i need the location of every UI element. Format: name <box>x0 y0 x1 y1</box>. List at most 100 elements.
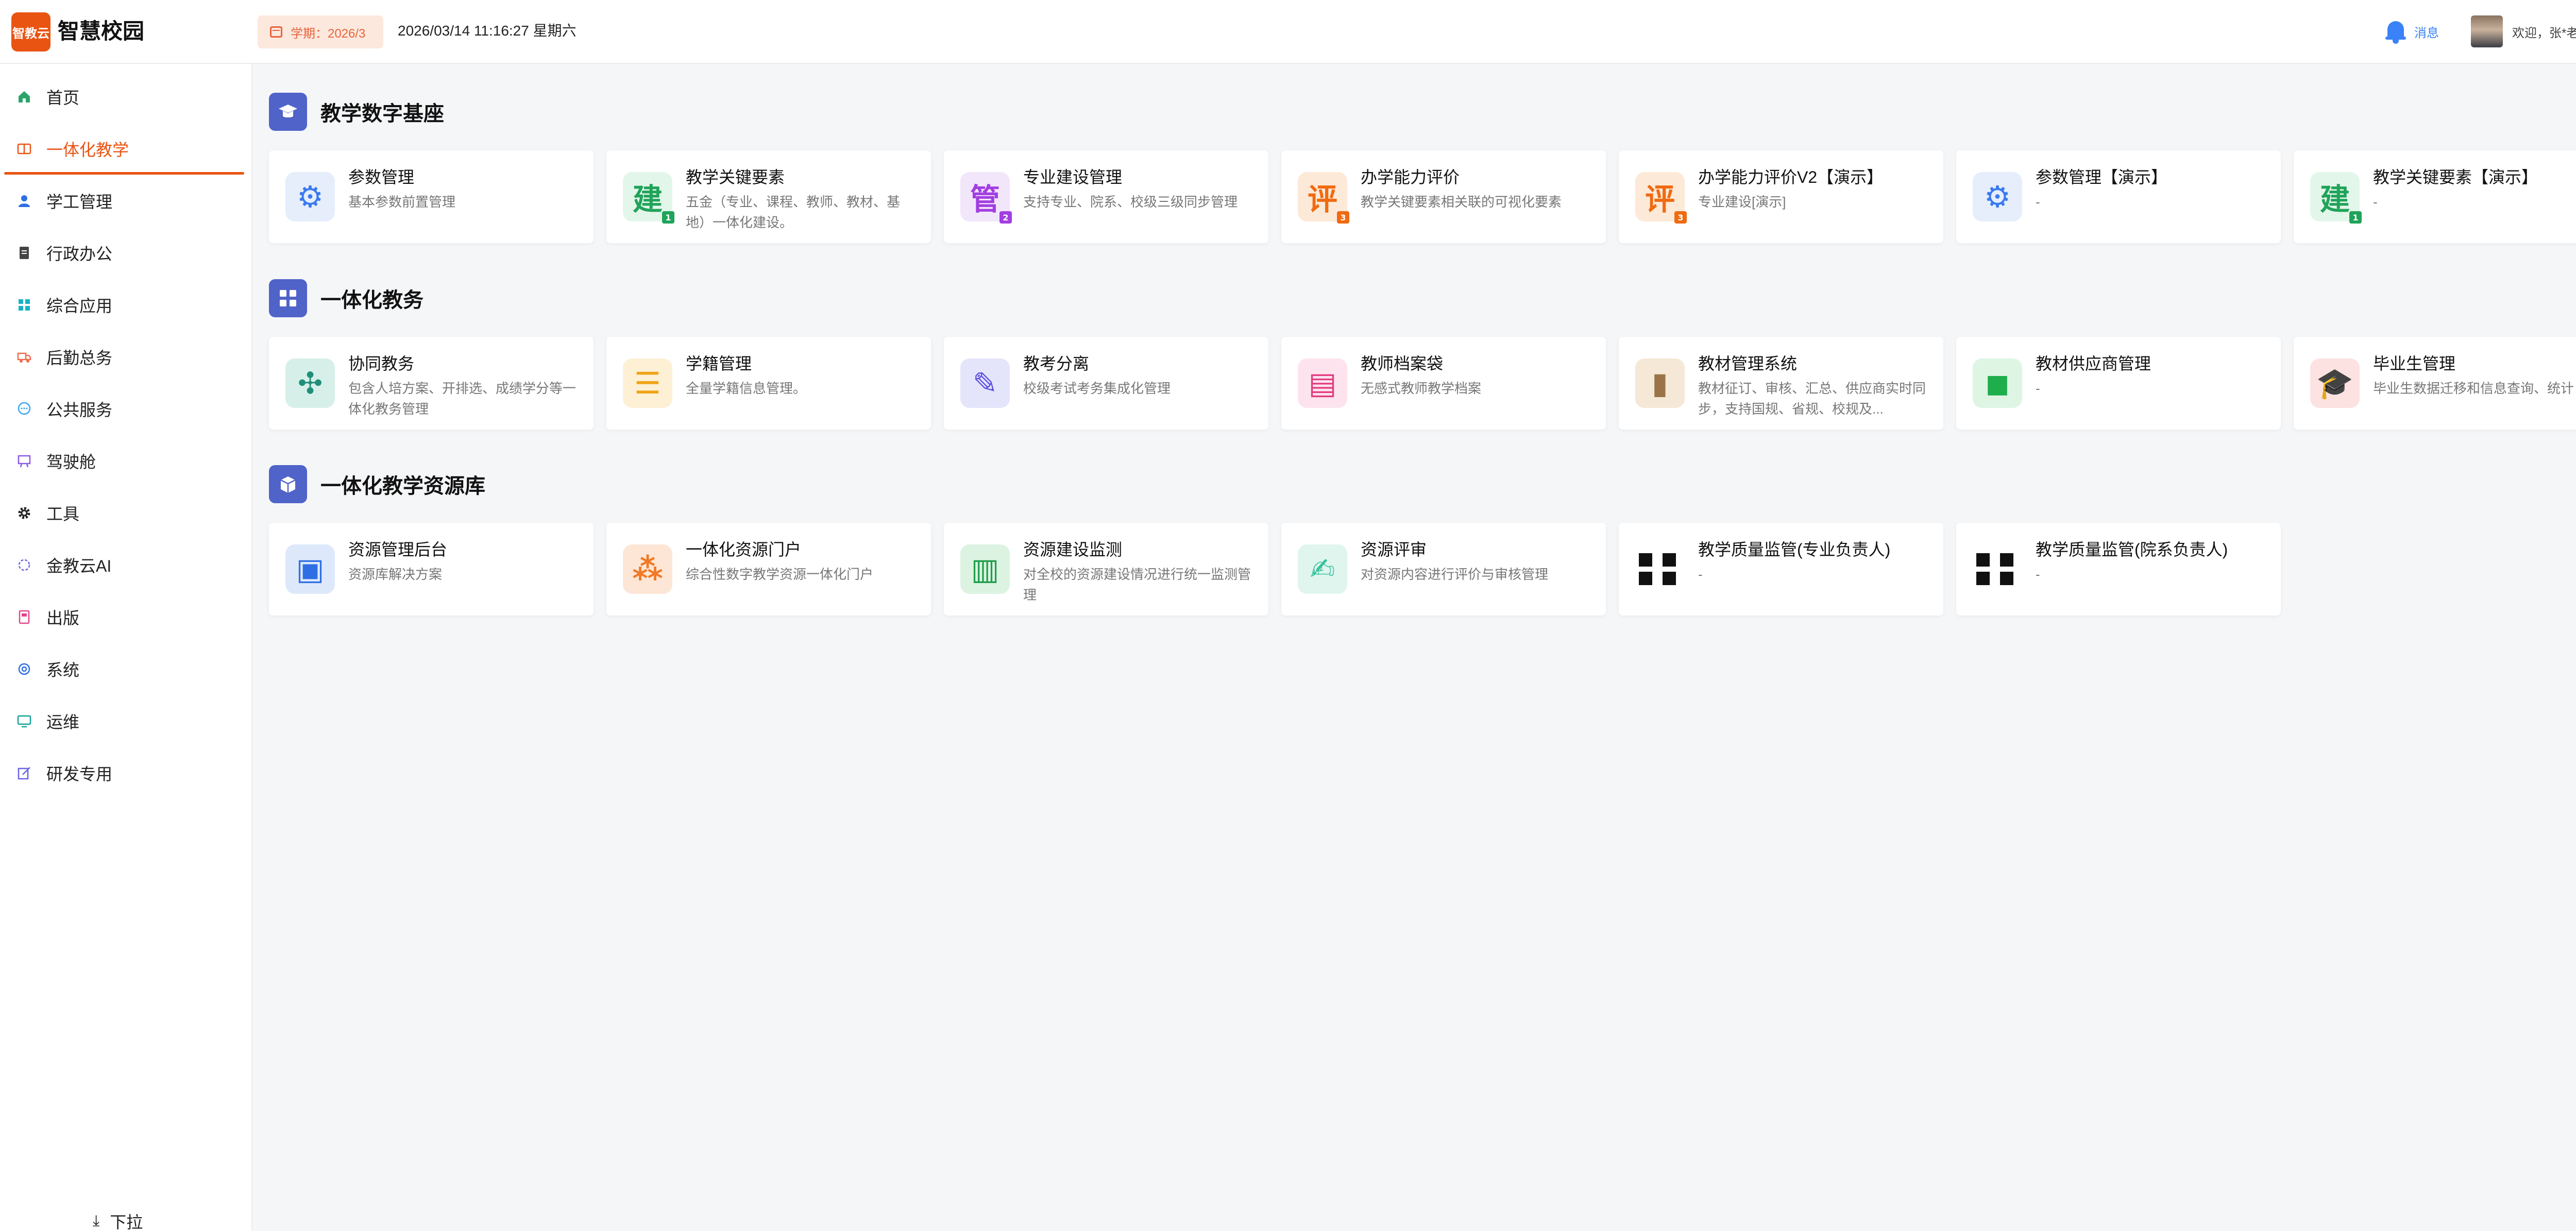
sidebar-item-12[interactable]: 运维 <box>0 695 252 747</box>
card-description: 教学关键要素相关联的可视化要素 <box>1361 194 1562 210</box>
sidebar-item-6[interactable]: 公共服务 <box>0 383 252 435</box>
sidebar-item-10[interactable]: 出版 <box>0 591 252 643</box>
sidebar-item-3[interactable]: 行政办公 <box>0 227 252 279</box>
term-selector[interactable]: 学期：2026/3 <box>258 15 383 48</box>
app-card[interactable]: ✍ 资源评审对资源内容进行评价与审核管理 <box>1281 523 1606 616</box>
textbook-icon: ▮ <box>1635 358 1685 408</box>
card-title: 教考分离 <box>1023 354 1090 373</box>
sidebar-item-5[interactable]: 后勤总务 <box>0 331 252 383</box>
app-card[interactable]: ☰ 学籍管理 全量学籍信息管理。 <box>606 337 931 430</box>
app-card[interactable]: 教学质量监管(院系负责人) - <box>1956 523 2281 616</box>
app-card[interactable]: ⚙ 参数管理 基本参数前置管理 <box>269 150 594 243</box>
sidebar-item-1[interactable]: 一体化教学 <box>0 123 252 175</box>
evaluate-icon: 评3 <box>1298 172 1349 224</box>
home-icon <box>16 89 32 105</box>
sidebar-item-label: 驾驶舱 <box>46 453 96 471</box>
app-card[interactable]: ◼ 教材供应商管理 - <box>1956 337 2281 430</box>
sidebar-item-label: 综合应用 <box>46 297 113 315</box>
app-card[interactable]: ▤ 教师档案袋 无感式教师教学档案 <box>1281 337 1606 430</box>
card-description: 资源库解决方案 <box>348 567 443 582</box>
app-card[interactable]: 评 3 办学能力评价V2【演示】 专业建设[演示] <box>1619 150 1943 243</box>
apps-icon <box>16 297 32 313</box>
card-title: 资源建设监测 <box>1023 540 1123 559</box>
folder-icon: ▤ <box>1298 358 1347 408</box>
sidebar-item-label: 首页 <box>46 89 80 107</box>
sidebar-item-label: 运维 <box>46 713 80 731</box>
document-icon <box>16 245 32 261</box>
card-description: 全量学籍信息管理。 <box>686 381 807 396</box>
build-icon: 建1 <box>623 172 674 224</box>
card-description: 对全校的资源建设情况进行统一监测管理 <box>1023 567 1251 603</box>
sidebar-item-8[interactable]: 工具 <box>0 487 252 539</box>
grid-icon <box>1635 544 1685 594</box>
monitor-icon <box>16 713 32 729</box>
gear-icon <box>16 505 32 521</box>
build-icon: 建1 <box>2310 172 2362 224</box>
sidebar-item-11[interactable]: 系统 <box>0 643 252 695</box>
graduation-cap-icon: 🎓 <box>2310 358 2360 408</box>
messages-button[interactable]: 消息 <box>2384 16 2439 46</box>
app-card[interactable]: 建 1 教学关键要素【演示】 - <box>2294 150 2576 243</box>
app-title: 智慧校园 <box>58 19 145 43</box>
sidebar-item-9[interactable]: 金教云AI <box>0 539 252 591</box>
card-description: - <box>2036 194 2040 210</box>
app-card[interactable]: 教学质量监管(专业负责人) - <box>1619 523 1943 616</box>
term-label: 学期：2026/3 <box>291 26 366 41</box>
ai-icon <box>16 557 32 573</box>
section-header: 一体化教学资源库 <box>269 465 485 503</box>
sidebar-item-4[interactable]: 综合应用 <box>0 279 252 331</box>
manage-icon: 管2 <box>960 172 1012 224</box>
card-title: 资源评审 <box>1361 540 1427 559</box>
id-card-icon: ▣ <box>285 544 335 594</box>
card-description: 支持专业、院系、校级三级同步管理 <box>1023 194 1238 210</box>
logo-text: 智教云 <box>12 26 49 41</box>
app-card[interactable]: ▣ 资源管理后台 资源库解决方案 <box>269 523 594 616</box>
card-description: 校级考试考务集成化管理 <box>1023 381 1171 396</box>
dashboard-icon <box>16 453 32 469</box>
grid-icon <box>269 279 307 317</box>
app-card[interactable]: 建 1 教学关键要素 五金（专业、课程、教师、教材、基地）一体化建设。 <box>606 150 931 243</box>
review-icon: ✍ <box>1298 544 1347 594</box>
app-card[interactable]: 评 3 办学能力评价 教学关键要素相关联的可视化要素 <box>1281 150 1606 243</box>
user-menu[interactable]: 欢迎，张*老师 <box>2471 13 2576 49</box>
app-card[interactable]: ▮ 教材管理系统 教材征订、审核、汇总、供应商实时同步，支持国规、省规、校规及... <box>1619 337 1943 430</box>
card-title: 教学质量监管(专业负责人) <box>1698 540 1891 559</box>
avatar <box>2471 15 2503 47</box>
app-card[interactable]: ⁂ 一体化资源门户 综合性数字教学资源一体化门户 <box>606 523 931 616</box>
shopping-bag-icon: ◼ <box>1973 358 2022 408</box>
app-card[interactable]: 🎓 毕业生管理 毕业生数据迁移和信息查询、统计 <box>2294 337 2576 430</box>
app-card[interactable]: 管 2 专业建设管理 支持专业、院系、校级三级同步管理 <box>944 150 1268 243</box>
sidebar-item-0[interactable]: 首页 <box>0 71 252 123</box>
card-title: 教材供应商管理 <box>2036 354 2151 373</box>
grid-icon <box>1973 544 2022 594</box>
sidebar-item-label: 后勤总务 <box>46 349 113 367</box>
sidebar-item-7[interactable]: 驾驶舱 <box>0 435 252 487</box>
app-card[interactable]: ▥ 资源建设监测 对全校的资源建设情况进行统一监测管理 <box>944 523 1268 616</box>
user-icon <box>16 193 32 209</box>
sidebar-item-2[interactable]: 学工管理 <box>0 175 252 227</box>
card-description: 基本参数前置管理 <box>348 194 456 210</box>
sidebar-item-label: 研发专用 <box>46 765 113 783</box>
sidebar-item-label: 出版 <box>46 609 80 627</box>
app-card[interactable]: ⚙ 参数管理【演示】 - <box>1956 150 2281 243</box>
bell-icon <box>2384 19 2407 44</box>
publish-icon <box>16 609 32 625</box>
pull-down-button[interactable]: ⤓ 下拉 <box>93 1208 143 1231</box>
app-card[interactable]: ✣ 协同教务 包含人培方案、开排选、成绩学分等一体化教务管理 <box>269 337 594 430</box>
app-logo[interactable]: 智教云 <box>11 12 50 52</box>
card-description: 综合性数字教学资源一体化门户 <box>686 567 874 582</box>
books-icon: ☰ <box>623 358 672 408</box>
card-description: 对资源内容进行评价与审核管理 <box>1361 567 1549 582</box>
chat-icon <box>16 401 32 417</box>
truck-icon <box>16 349 32 365</box>
card-title: 一体化资源门户 <box>686 540 802 559</box>
top-header: 智教云 智慧校园 学期：2026/3 2026/03/14 11:16:27 星… <box>0 0 2576 64</box>
sidebar-item-13[interactable]: 研发专用 <box>0 747 252 799</box>
pull-down-label: 下拉 <box>110 1213 143 1231</box>
welcome-text: 欢迎，张*老师 <box>2512 26 2576 40</box>
card-title: 毕业生管理 <box>2373 354 2456 373</box>
app-card[interactable]: ✎ 教考分离 校级考试考务集成化管理 <box>944 337 1268 430</box>
sidebar-item-label: 学工管理 <box>46 193 113 211</box>
card-description: - <box>2036 567 2040 582</box>
box-icon <box>269 465 307 503</box>
